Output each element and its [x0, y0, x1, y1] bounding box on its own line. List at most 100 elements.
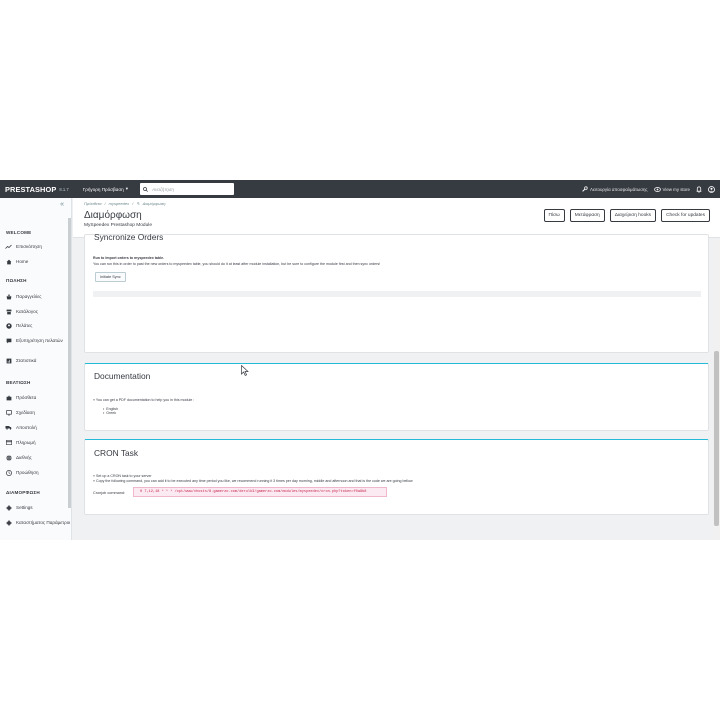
sidebar-item-label: Στατιστικά: [16, 358, 37, 364]
gear-icon: [5, 505, 12, 511]
sync-orders-panel: Syncronize Orders Run to Import orders t…: [84, 232, 709, 353]
manage-hooks-button[interactable]: Διαχείριση hooks: [609, 209, 657, 222]
top-right-actions: Λειτουργία αποσφαλμάτωσης View my store: [582, 185, 715, 193]
sync-heading-text: Run to Import orders to myspeedex table.: [93, 256, 165, 260]
version-label: 8.1.7: [59, 186, 69, 192]
home-icon: [5, 259, 12, 265]
panel-title: Documentation: [94, 371, 151, 381]
admin-window: PRESTASHOP 8.1.7 Γρήγορη Πρόσβαση ▾ Αναζ…: [0, 180, 720, 540]
quick-access-label: Γρήγορη Πρόσβαση: [82, 186, 124, 192]
sidebar-item-label: Πελάτες: [16, 323, 33, 329]
cron-task-panel: CRON Task » Set up a CRON task to your s…: [84, 439, 709, 515]
search-placeholder: Αναζήτηση: [152, 186, 174, 192]
sidebar-item-settings[interactable]: Settings: [5, 505, 71, 511]
sidebar-item-label: Καταστήματος Παράμετροι: [16, 520, 71, 526]
sidebar-item-label: Εξυπηρέτηση πελατών: [16, 338, 63, 344]
sidebar-item-customer-service[interactable]: Εξυπηρέτηση πελατών: [5, 338, 71, 344]
top-bar: PRESTASHOP 8.1.7 Γρήγορη Πρόσβαση ▾ Αναζ…: [0, 180, 720, 198]
sidebar-item-stats[interactable]: Στατιστικά: [5, 358, 71, 364]
trending-up-icon: [5, 244, 12, 249]
breadcrumb-item[interactable]: Πρόσθετα: [84, 201, 101, 206]
sidebar-item-label: Πρόσθετα: [16, 395, 37, 401]
sidebar-item-label: Παραγγελίες: [16, 294, 42, 300]
cron-command-label: Cronjob command:: [93, 491, 126, 495]
sidebar-item-international[interactable]: Διεθνής: [5, 455, 71, 461]
sync-progress-bar: [93, 291, 701, 297]
sidebar-section-welcome: WELCOME: [6, 230, 32, 235]
sidebar-item-label: Κατάλογος: [16, 309, 38, 315]
doc-link-greek[interactable]: Greek: [103, 411, 118, 415]
view-store-label: View my store: [662, 186, 691, 192]
prestashop-logo[interactable]: PRESTASHOP: [5, 185, 56, 194]
cron-setup-text: » Set up a CRON task to your server: [93, 474, 152, 478]
credit-card-icon: [5, 440, 12, 445]
breadcrumb-item[interactable]: myspeedex: [109, 201, 129, 206]
chat-icon: [5, 338, 12, 344]
puzzle-icon: [5, 395, 12, 401]
translate-button[interactable]: Μετάφραση: [569, 209, 605, 222]
collapse-sidebar-icon[interactable]: «: [60, 201, 64, 208]
caret-down-icon: ▾: [125, 186, 129, 191]
back-button[interactable]: Πίσω: [543, 209, 565, 222]
debug-mode-label: Λειτουργία αποσφαλμάτωσης: [590, 186, 648, 192]
sidebar-item-orders[interactable]: Παραγγελίες: [5, 294, 71, 300]
sidebar-item-design[interactable]: Σχεδίαση: [5, 410, 71, 416]
page-subtitle: MySpeedex Prestashop Module: [84, 223, 152, 228]
quick-access-dropdown[interactable]: Γρήγορη Πρόσβαση ▾: [83, 186, 128, 192]
cron-command-code[interactable]: 0 7,12,18 * * * /opt/www/vhosts/8.gamerz…: [133, 487, 387, 497]
account-icon[interactable]: [708, 185, 715, 193]
sidebar-item-shipping[interactable]: Αποστολή: [5, 425, 71, 430]
settings-gear-icon: [5, 520, 12, 526]
breadcrumb-item: Διαμόρφωση: [142, 201, 166, 206]
sidebar-item-customers[interactable]: Πελάτες: [5, 323, 71, 329]
cron-copy-text: » Copy the following command, you can ad…: [93, 479, 413, 483]
search-icon: [143, 186, 148, 192]
main-scrollbar-thumb[interactable]: [714, 351, 719, 526]
basket-icon: [5, 294, 12, 300]
breadcrumb: Πρόσθετα / myspeedex / ✎ Διαμόρφωση: [84, 201, 166, 206]
sidebar-item-label: Προώθηση: [16, 470, 39, 476]
sidebar-item-label: Διεθνής: [16, 455, 32, 461]
sidebar-item-label: Home: [16, 259, 29, 265]
documentation-language-list: English Greek: [103, 407, 118, 415]
sidebar-section-sell: ΠΩΛΗΣΗ: [6, 278, 27, 283]
page-header: Πρόσθετα / myspeedex / ✎ Διαμόρφωση Διαμ…: [73, 198, 720, 238]
sidebar-item-label: Επισκόπηση: [16, 244, 42, 249]
toolbar: Πίσω Μετάφραση Διαχείριση hooks Check fo…: [543, 209, 710, 222]
truck-icon: [5, 425, 12, 430]
sidebar-section-improve: ΒΕΛΤΙΩΣΗ: [6, 380, 31, 385]
sidebar-item-shop-parameters[interactable]: Καταστήματος Παράμετροι: [5, 520, 71, 526]
search-input[interactable]: Αναζήτηση: [140, 183, 235, 195]
check-updates-button[interactable]: Check for updates: [661, 209, 710, 222]
documentation-intro-text: » You can get a PDF documentation to hel…: [93, 398, 195, 402]
account-circle-icon: [5, 323, 12, 329]
debug-mode-link[interactable]: Λειτουργία αποσφαλμάτωσης: [582, 186, 648, 192]
view-store-link[interactable]: View my store: [653, 186, 691, 192]
sidebar-item-home[interactable]: Home: [5, 259, 71, 265]
main-scrollbar[interactable]: [713, 238, 720, 540]
sidebar-item-marketing[interactable]: Προώθηση: [5, 470, 71, 476]
sidebar-item-catalog[interactable]: Κατάλογος: [5, 309, 71, 315]
sidebar-item-overview[interactable]: Επισκόπηση: [5, 244, 71, 249]
sidebar-item-payment[interactable]: Πληρωμή: [5, 440, 71, 445]
sidebar: « WELCOME Επισκόπηση Home ΠΩΛΗΣΗ Παραγγε…: [0, 198, 72, 540]
sidebar-item-label: Αποστολή: [16, 425, 37, 430]
sidebar-section-configure: ΔΙΑΜΟΡΦΩΣΗ: [6, 490, 40, 495]
wrench-icon: [582, 186, 588, 192]
page-title: Διαμόρφωση: [84, 210, 142, 221]
eye-icon: [653, 186, 661, 192]
sidebar-item-modules[interactable]: Πρόσθετα: [5, 395, 71, 401]
sync-description-text: You can run this in order to past the ne…: [93, 262, 381, 266]
store-icon: [5, 309, 12, 315]
globe-icon: [5, 455, 12, 461]
pencil-icon: ✎: [136, 201, 140, 206]
initiate-sync-button[interactable]: Initiate Sync: [95, 272, 126, 282]
sidebar-item-label: Πληρωμή: [16, 440, 36, 445]
main-content: Syncronize Orders Run to Import orders t…: [73, 232, 713, 540]
sidebar-item-label: Σχεδίαση: [16, 410, 35, 416]
bell-icon[interactable]: [696, 185, 702, 193]
tag-icon: [5, 470, 12, 476]
sidebar-item-label: Settings: [16, 505, 33, 511]
documentation-panel: Documentation » You can get a PDF docume…: [84, 363, 709, 431]
panel-title: Syncronize Orders: [94, 232, 164, 242]
